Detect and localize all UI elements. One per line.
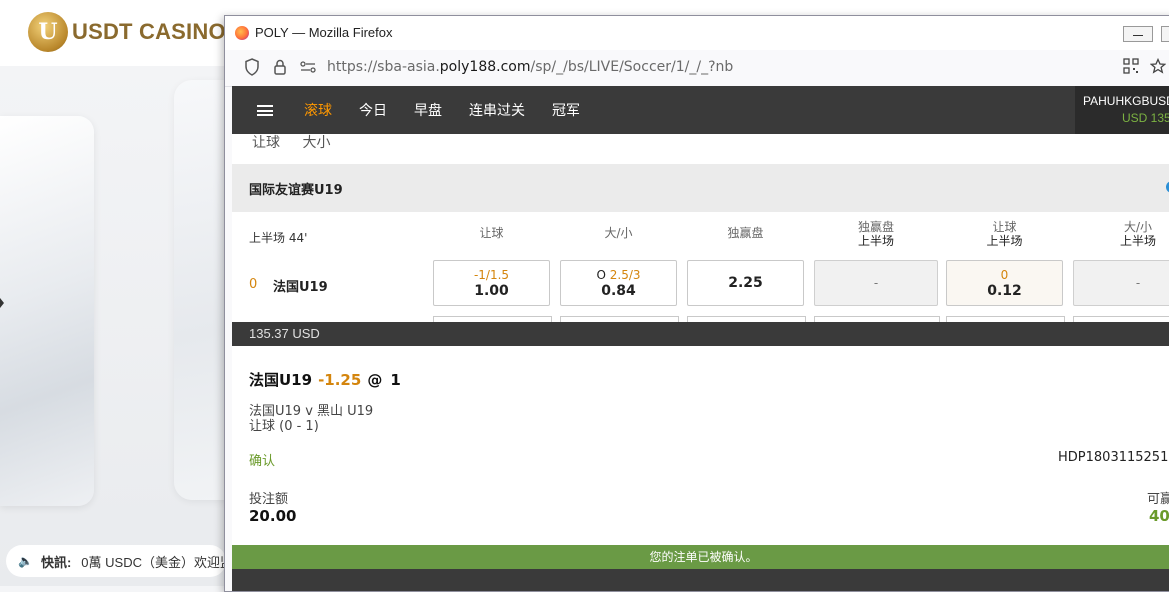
shield-icon[interactable] [243,58,261,76]
selection-team: 法国U19 [249,371,313,389]
odds-over-under[interactable]: O 2.5/3 0.84 [560,260,677,306]
moneyline-1h-value: - [873,276,879,290]
bet-match-teams: 法国U19 v 黑山 U19 [249,404,374,419]
market-subtabs: 让球 大小 [252,132,348,152]
window-titlebar[interactable]: POLY — Mozilla Firefox [225,16,1169,50]
col-over-under: 大/小 [604,226,633,240]
bet-slip-balance: 135.37 USD [249,326,320,341]
account-balance: USD 135 [1122,111,1169,125]
col-handicap-first-half: 让球 上半场 [986,220,1023,248]
bookmark-star-icon[interactable] [1149,57,1167,76]
ticker-text: 0萬 USDC（美金）欢迎监 [81,554,226,570]
window-title: POLY — Mozilla Firefox [255,25,393,40]
tab-outright[interactable]: 冠军 [552,100,580,120]
ticker-label: 快訊: [40,554,72,570]
top-navigation: 滚球 今日 早盘 连串过关 冠军 PAHUHKGBUSD USD 135 [232,86,1169,134]
casino-logo[interactable]: U USDT CASINO [28,12,226,52]
url-suffix: /sp/_/bs/LIVE/Soccer/1/_/_?nb [530,59,734,75]
selection-at: @ [367,371,383,389]
sportsbook-page: 滚球 今日 早盘 连串过关 冠军 PAHUHKGBUSD USD 135 让球 … [232,86,1169,591]
team-name: 法国U19 [273,280,328,295]
tab-parlay[interactable]: 连串过关 [469,100,525,120]
col-1x2-first-half: 独赢盘 上半场 [857,220,894,248]
bet-market: 让球 (0 - 1) [249,419,319,434]
odds-handicap[interactable]: -1/1.5 1.00 [433,260,550,306]
ou-price: 0.84 [601,283,636,299]
selection-handicap: -1.25 [318,371,362,389]
firefox-icon [235,26,249,40]
stake-label: 投注额 [249,492,289,507]
account-panel[interactable]: PAHUHKGBUSD USD 135 [1075,86,1169,134]
account-username: PAHUHKGBUSD [1083,94,1169,108]
selection-price: 1 [390,371,401,389]
address-bar[interactable]: https://sba-asia.poly188.com/sp/_/bs/LIV… [225,50,1169,87]
handicap-1h-price: 0.12 [987,283,1022,299]
tab-early[interactable]: 早盘 [414,100,442,120]
bet-selection: 法国U19 -1.25 @1 [249,369,401,390]
casino-logo-text: USDT CASINO [72,19,226,44]
casino-logo-mark: U [28,12,68,52]
col-handicap: 让球 [479,226,504,240]
odds-over-under-first-half: - [1073,260,1169,306]
odds-1x2[interactable]: 2.25 [687,260,804,306]
carousel-arrow-icon[interactable] [0,298,4,308]
bet-slip-footer [232,569,1169,591]
tab-today[interactable]: 今日 [359,100,387,120]
stake-value: 20.00 [249,507,297,525]
bet-slip: 135.37 USD 法国U19 -1.25 @1 法国U19 v 黑山 U19 让… [232,322,1169,591]
col-over-under-first-half: 大/小 上半场 [1119,220,1156,248]
bet-confirmation-banner: 您的注单已被确认。 [232,545,1169,569]
menu-icon[interactable] [257,105,273,116]
subtab-handicap[interactable]: 让球 [252,135,280,151]
bet-slip-header: 135.37 USD [232,322,1169,346]
odds-1x2-first-half: - [814,260,938,306]
url-domain: poly188.com [439,59,531,75]
odds-handicap-first-half[interactable]: 0 0.12 [946,260,1063,306]
url-prefix: https://sba-asia. [327,59,440,75]
speaker-icon: 🔈 [18,554,33,568]
lock-icon[interactable] [271,58,289,76]
moneyline-price: 2.25 [728,275,763,291]
match-period: 上半场 44' [249,231,308,245]
ou-1h-value: - [1135,276,1141,290]
url-text[interactable]: https://sba-asia.poly188.com/sp/_/bs/LIV… [327,59,733,75]
bet-match-info: 法国U19 v 黑山 U19 让球 (0 - 1) [249,404,373,434]
news-ticker: 🔈 快訊: 0萬 USDC（美金）欢迎监 [6,545,226,577]
league-header[interactable]: 国际友谊赛U19 [232,164,1169,212]
minimize-button[interactable] [1123,26,1153,42]
firefox-window: POLY — Mozilla Firefox https://sba-asia.… [224,15,1169,592]
team-score: 0 [249,277,258,292]
ou-prefix: O [596,268,606,282]
sport-tabs: 滚球 今日 早盘 连串过关 冠军 [304,86,607,134]
potential-win-value: 40. [1149,507,1169,525]
subtab-over-under[interactable]: 大小 [302,135,330,151]
handicap-1h-line: 0 [1000,268,1009,282]
qr-code-icon[interactable] [1122,58,1140,76]
ticket-id: HDP18031152514 [1058,450,1169,465]
handicap-price: 1.00 [474,283,509,299]
ou-line: 2.5/3 [609,268,641,282]
potential-win-label: 可赢 [1147,492,1169,507]
maximize-button[interactable] [1161,26,1169,42]
league-name: 国际友谊赛U19 [249,183,343,198]
handicap-line: -1/1.5 [473,268,510,282]
bet-status: 确认 [249,454,276,469]
permissions-icon[interactable] [299,58,317,76]
tab-live[interactable]: 滚球 [304,100,332,120]
banner-card[interactable] [0,116,94,506]
col-1x2: 独赢盘 [727,226,764,240]
